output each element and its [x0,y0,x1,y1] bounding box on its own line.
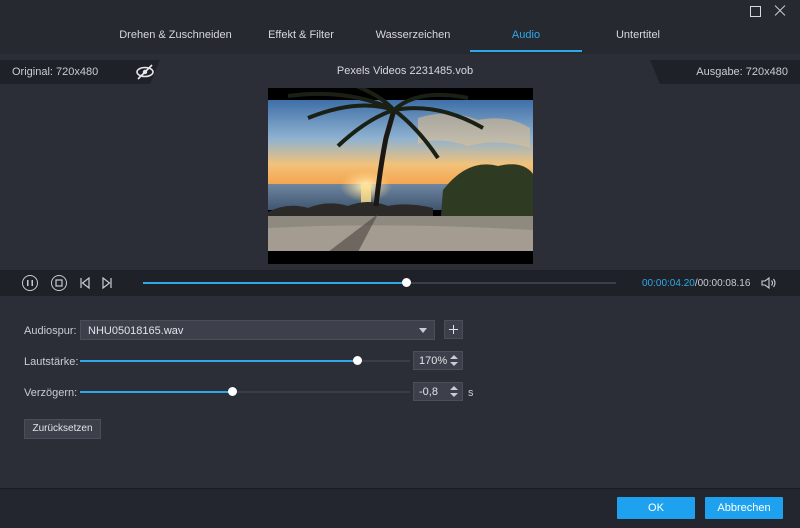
playback-progress-fill [143,282,406,284]
volume-decrease-icon[interactable] [450,362,458,366]
delay-unit: s [468,387,474,399]
delay-spinbox[interactable]: -0,8 [413,382,463,401]
tab-effect-filter[interactable]: Effekt & Filter [258,22,344,54]
volume-slider-fill [80,360,358,362]
stop-icon [55,279,63,287]
video-filename: Pexels Videos 2231485.vob [336,65,474,77]
pause-icon [27,280,33,286]
volume-spinbox[interactable]: 170% [413,351,463,370]
volume-increase-icon[interactable] [450,355,458,359]
tab-subtitle[interactable]: Untertitel [605,22,671,54]
tab-audio[interactable]: Audio [470,22,582,54]
playback-progress-bar[interactable] [143,278,616,287]
volume-label: Lautstärke: [24,356,79,368]
video-preview [268,88,533,264]
delay-value: -0,8 [419,386,438,398]
original-resolution: Original: 720x480 [12,66,99,78]
current-time: 00:00:04.20 [642,278,695,289]
audio-track-value: NHU05018165.wav [88,325,184,337]
chevron-down-icon [419,328,427,333]
add-audio-track-button[interactable] [444,320,463,339]
tab-bar: Drehen & Zuschneiden Effekt & Filter Was… [0,22,800,54]
cancel-button[interactable]: Abbrechen [705,497,783,519]
delay-increase-icon[interactable] [450,386,458,390]
close-icon[interactable] [772,3,788,19]
tab-rotate-crop[interactable]: Drehen & Zuschneiden [118,22,233,54]
volume-icon[interactable] [761,276,777,290]
info-bar: Original: 720x480 Pexels Videos 2231485.… [0,60,800,84]
tab-watermark[interactable]: Wasserzeichen [367,22,459,54]
next-frame-icon[interactable] [100,276,114,290]
reset-button[interactable]: Zurücksetzen [24,419,101,439]
time-display: 00:00:04.20/00:00:08.16 [642,278,750,289]
playback-progress-handle[interactable] [401,278,411,287]
delay-slider-fill [80,391,232,393]
delay-decrease-icon[interactable] [450,393,458,397]
title-bar [0,0,800,22]
beach-sunset-image [268,88,533,264]
audio-track-label: Audiospur: [24,325,77,337]
delay-slider-handle[interactable] [227,387,237,396]
volume-value: 170% [419,355,448,367]
delay-slider[interactable] [80,387,410,396]
pause-button[interactable] [22,275,38,291]
audio-track-select[interactable]: NHU05018165.wav [80,320,435,340]
previous-frame-icon[interactable] [78,276,92,290]
output-resolution: Ausgabe: 720x480 [696,66,788,78]
stop-button[interactable] [51,275,67,291]
playback-controls: 00:00:04.20/00:00:08.16 [0,270,800,296]
ok-button[interactable]: OK [617,497,695,519]
delay-label: Verzögern: [24,387,78,399]
volume-slider[interactable] [80,356,410,365]
maximize-icon[interactable] [747,3,763,19]
total-time: /00:00:08.16 [694,278,751,289]
